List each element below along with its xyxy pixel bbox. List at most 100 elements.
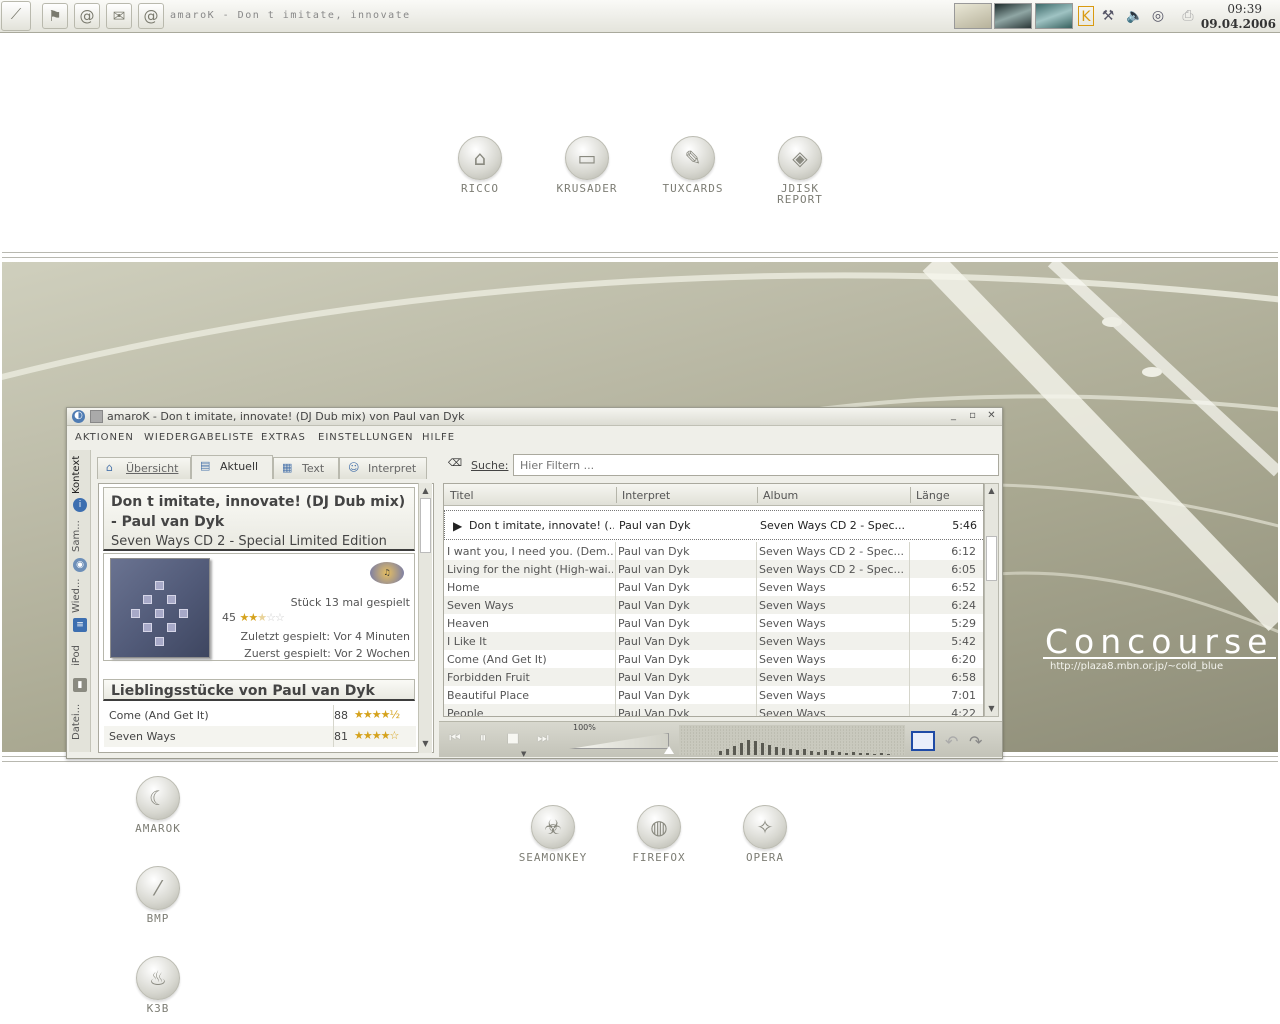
track-album: Seven Ways	[759, 689, 826, 702]
klipper-icon[interactable]: K	[1078, 6, 1094, 26]
album-cover[interactable]	[110, 558, 210, 658]
favorite-row[interactable]: Seven Ways 81 ★★★★☆	[104, 726, 416, 747]
clock-date[interactable]: 09.04.2006	[1201, 17, 1276, 31]
side-tab-ipod[interactable]: iPod	[71, 636, 89, 676]
playlist-row-current[interactable]: ▶ Don t imitate, innovate! (... Paul van…	[444, 510, 983, 540]
desktop-icon-tuxcards[interactable]: ✎ TUXCARDS	[645, 136, 741, 194]
desktop-icon-jdisk-report[interactable]: ◈ JDISK REPORT	[752, 136, 848, 205]
scroll-thumb[interactable]	[420, 498, 431, 553]
tab-label: Text	[302, 462, 325, 475]
playlist-row[interactable]: Come (And Get It) Paul Van Dyk Seven Ways 6…	[444, 650, 983, 668]
tab-uebersicht[interactable]: ⌂ Übersicht	[97, 457, 191, 479]
sticky-icon[interactable]	[90, 410, 103, 423]
clock-time[interactable]: 09:39	[1227, 2, 1262, 16]
pause-icon[interactable]: ⏸	[471, 731, 495, 749]
tab-interpret[interactable]: ☺ Interpret	[339, 457, 427, 479]
playlist-row[interactable]: Beautiful Place Paul Van Dyk Seven Ways 7:0…	[444, 686, 983, 704]
playlist-row[interactable]: I Like It Paul Van Dyk Seven Ways 5:42	[444, 632, 983, 650]
playlist-row[interactable]: Seven Ways Paul Van Dyk Seven Ways 6:24	[444, 596, 983, 614]
column-length[interactable]: Länge	[916, 489, 950, 502]
window-titlebar[interactable]: ◐ amaroK - Don t imitate, innovate! (DJ …	[67, 408, 1002, 426]
desktop-icon-k3b[interactable]: ♨ K3B	[110, 956, 206, 1014]
clear-filter-icon[interactable]: ⌫	[447, 458, 463, 472]
maximize-icon[interactable]: ▫	[966, 410, 979, 423]
printer-icon[interactable]: ⎙	[1178, 6, 1198, 26]
mail-launcher-icon[interactable]: ✉	[106, 3, 132, 29]
analyzer-bar	[782, 748, 785, 755]
stop-icon[interactable]: ■	[501, 731, 525, 749]
desktop-pager-3[interactable]	[1035, 3, 1073, 29]
scroll-thumb[interactable]	[986, 536, 997, 581]
scroll-up-icon[interactable]: ▲	[420, 485, 431, 496]
close-icon[interactable]: ✕	[985, 410, 998, 423]
network-icon[interactable]: ◎	[1148, 6, 1168, 26]
amarok-app-icon[interactable]: ◐	[72, 410, 85, 423]
info-icon[interactable]: i	[73, 498, 87, 512]
desktop-pager-1[interactable]	[954, 3, 992, 29]
desktop-icon-amarok[interactable]: ☾ AMAROK	[110, 776, 206, 834]
playlist-icon[interactable]: ≡	[73, 618, 87, 632]
kmenu-icon[interactable]: ⟋	[1, 1, 31, 31]
context-scrollbar[interactable]: ▲ ▼	[418, 483, 432, 753]
playlist-row[interactable]: People Paul Van Dyk Seven Ways 4:22	[444, 704, 983, 716]
favorite-score: 88	[334, 709, 348, 722]
volume-slider[interactable]	[569, 733, 669, 749]
playlist-row[interactable]: Forbidden Fruit Paul Van Dyk Seven Ways 6:5…	[444, 668, 983, 686]
analyzer-bar	[852, 752, 855, 755]
tab-text[interactable]: ▦ Text	[273, 457, 339, 479]
column-title[interactable]: Titel	[450, 489, 474, 502]
side-tab-kontext[interactable]: Kontext	[71, 454, 89, 496]
desktop-pager-2[interactable]	[994, 3, 1032, 29]
desktop-icon-firefox[interactable]: ◍ FIREFOX	[611, 805, 707, 863]
scroll-down-icon[interactable]: ▼	[420, 738, 431, 749]
device-icon[interactable]: ▮	[73, 678, 87, 692]
undo-icon[interactable]: ↶	[945, 732, 958, 751]
playlist-row[interactable]: I want you, I need you. (Dem... Paul van …	[444, 542, 983, 560]
desktop-icon-seamonkey[interactable]: ☣ SEAMONKEY	[505, 805, 601, 863]
playlist-row[interactable]: Home Paul Van Dyk Seven Ways 6:52	[444, 578, 983, 596]
playlist-scrollbar[interactable]: ▲ ▼	[984, 483, 999, 717]
menu-hilfe[interactable]: Hilfe	[422, 432, 455, 443]
speaker-icon[interactable]: 🔈	[1125, 6, 1145, 26]
desktop-icon-opera[interactable]: ✧ OPERA	[717, 805, 813, 863]
desktop-icon-bmp[interactable]: ⁄ BMP	[110, 866, 206, 924]
side-tab-dateien[interactable]: Datei...	[71, 700, 89, 744]
previous-icon[interactable]: ⏮	[443, 731, 467, 749]
column-artist[interactable]: Interpret	[622, 489, 670, 502]
track-artist: Paul Van Dyk	[618, 581, 690, 594]
next-icon[interactable]: ⏭	[531, 731, 555, 749]
taskbar-entry[interactable]: amaroK - Don t imitate, innovate	[170, 10, 411, 21]
minimize-icon[interactable]: _	[947, 410, 960, 423]
tools-icon[interactable]: ⚒	[1098, 6, 1118, 26]
playlist-row[interactable]: Living for the night (High-wai... Paul va…	[444, 560, 983, 578]
desktop-icon-ricco[interactable]: ⌂ RICCO	[432, 136, 528, 194]
playlist-filter-input[interactable]	[513, 454, 999, 476]
side-tab-wiedergabelisten[interactable]: Wied...	[71, 576, 89, 616]
at-launcher-icon[interactable]: @	[74, 3, 100, 29]
tab-aktuell[interactable]: ▤ Aktuell	[191, 455, 273, 479]
column-album[interactable]: Album	[763, 489, 798, 502]
redo-icon[interactable]: ↷	[969, 732, 982, 751]
spectrum-analyzer[interactable]	[679, 725, 905, 755]
musicbrainz-icon[interactable]: ♫	[370, 562, 404, 584]
menu-aktionen[interactable]: Aktionen	[75, 432, 134, 443]
last-played: Zuletzt gespielt: Vor 4 Minuten	[240, 630, 410, 643]
menu-wiedergabeliste[interactable]: Wiedergabeliste	[144, 432, 254, 443]
favorite-row[interactable]: Come (And Get It) 88 ★★★★½	[104, 705, 416, 726]
menu-einstellungen[interactable]: Einstellungen	[318, 432, 414, 443]
volume-knob[interactable]	[664, 746, 674, 754]
scroll-down-icon[interactable]: ▼	[986, 703, 997, 714]
desktop-icon-krusader[interactable]: ▭ KRUSADER	[539, 136, 635, 194]
scroll-up-icon[interactable]: ▲	[986, 485, 997, 496]
desktop-icon-label: K3B	[146, 1002, 170, 1015]
playlist-row[interactable]: Heaven Paul Van Dyk Seven Ways 5:29	[444, 614, 983, 632]
collection-icon[interactable]: ◉	[73, 558, 87, 572]
playlist-header: Titel Interpret Album Länge	[444, 484, 983, 506]
kde-launcher-icon[interactable]: ⚑	[42, 3, 68, 29]
notes-icon: ✎	[671, 136, 715, 180]
playlist-window-icon[interactable]	[911, 731, 935, 751]
side-tab-sammlung[interactable]: Sam...	[71, 516, 89, 556]
stop-menu-arrow-icon[interactable]: ▼	[521, 750, 526, 758]
menu-extras[interactable]: Extras	[261, 432, 306, 443]
at-launcher-icon-2[interactable]: @	[138, 3, 164, 29]
